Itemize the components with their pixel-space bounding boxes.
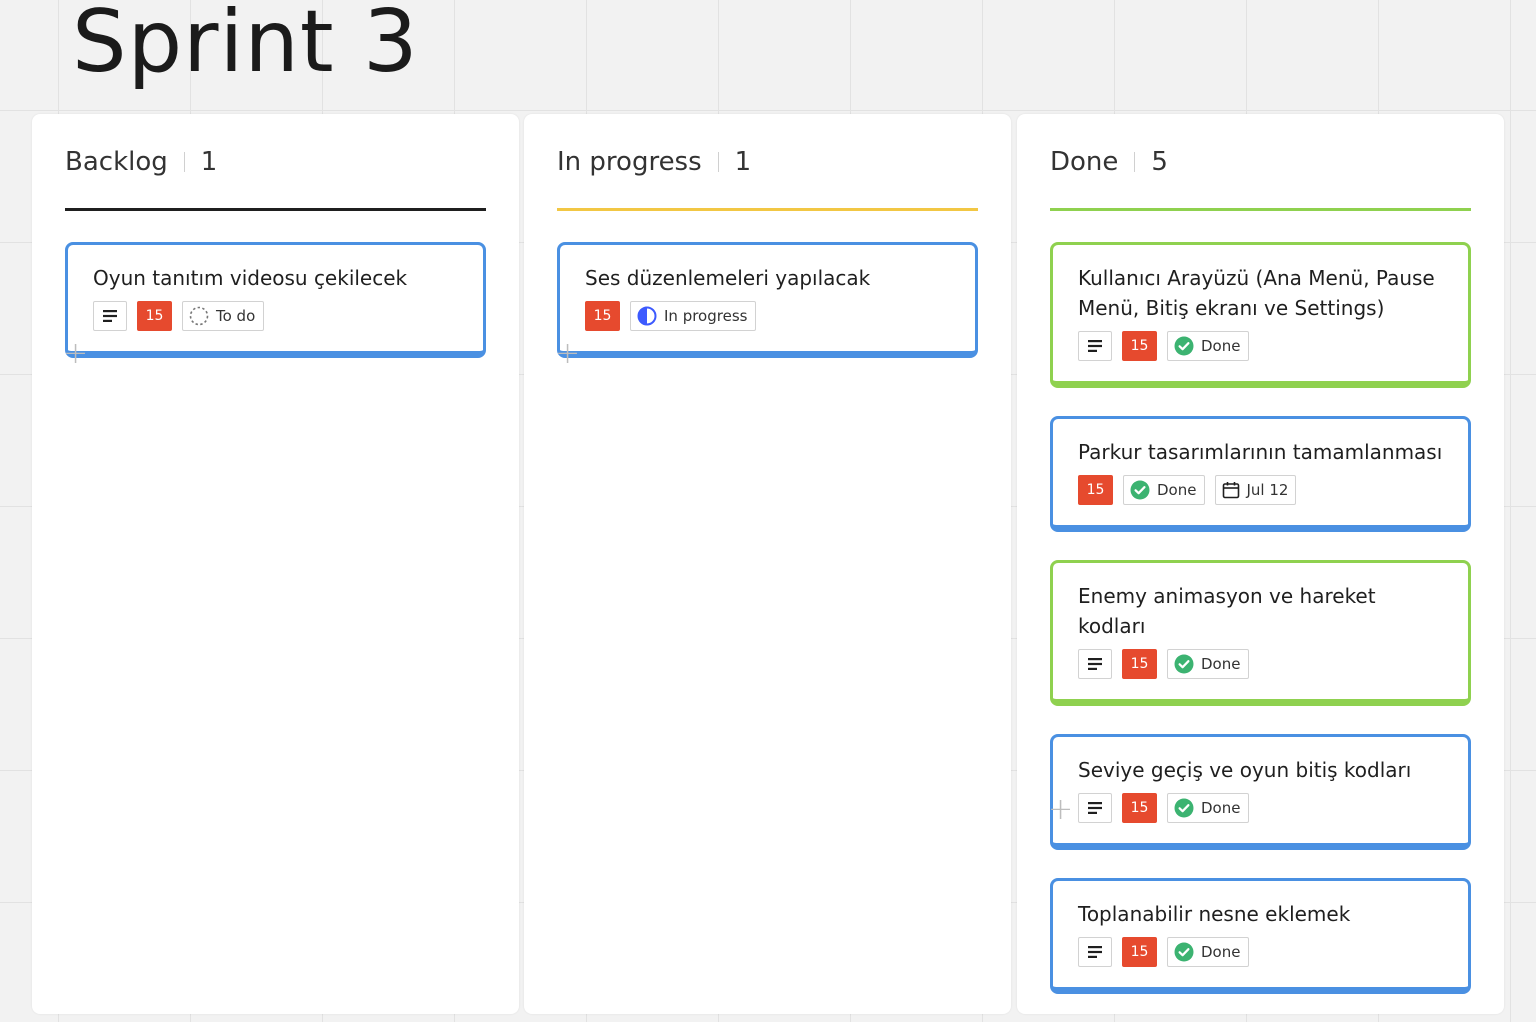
story-points-chip[interactable]: 15 [1122, 793, 1157, 823]
status-chip[interactable]: Done [1167, 649, 1250, 679]
header-divider [717, 152, 719, 172]
todo-icon [189, 306, 209, 326]
column-in-progress: In progress 1 Ses düzenlemeleri yapılacak 1… [524, 114, 1011, 1014]
column-color-line [1050, 208, 1471, 211]
card-title: Toplanabilir nesne eklemek [1078, 902, 1351, 926]
status-label: Done [1157, 481, 1197, 499]
column-count: 5 [1151, 147, 1168, 177]
card-title: Enemy animasyon ve hareket kodları [1078, 584, 1376, 638]
notes-icon [1087, 945, 1103, 959]
card-chips: 15 Done [1078, 937, 1443, 967]
column-backlog: Backlog 1 Oyun tanıtım videosu çekilecek 15… [32, 114, 519, 1014]
card-title: Parkur tasarımlarının tamamlanması [1078, 440, 1443, 464]
card-chips: 15 In progress [585, 301, 950, 331]
done-icon [1174, 942, 1194, 962]
task-card[interactable]: Kullanıcı Arayüzü (Ana Menü, Pause Menü,… [1050, 242, 1471, 388]
card-list: Oyun tanıtım videosu çekilecek 15 To do [65, 242, 486, 386]
card-chips: 15 To do [93, 301, 458, 331]
board-title: Sprint 3 [72, 0, 419, 92]
card-chips: 15 Done Jul 12 [1078, 475, 1443, 505]
card-title: Kullanıcı Arayüzü (Ana Menü, Pause Menü,… [1078, 266, 1435, 320]
story-points-chip[interactable]: 15 [585, 301, 620, 331]
column-header: In progress 1 [557, 144, 751, 180]
column-title[interactable]: Done [1050, 147, 1118, 177]
card-title: Oyun tanıtım videosu çekilecek [93, 266, 408, 290]
task-card[interactable]: Oyun tanıtım videosu çekilecek 15 To do [65, 242, 486, 358]
status-chip[interactable]: Done [1167, 793, 1250, 823]
story-points-chip[interactable]: 15 [1122, 649, 1157, 679]
status-label: Done [1201, 337, 1241, 355]
story-points-chip[interactable]: 15 [137, 301, 172, 331]
column-count: 1 [734, 147, 752, 177]
notes-icon [102, 309, 118, 323]
column-count: 1 [200, 147, 218, 177]
header-divider [183, 152, 185, 172]
column-header: Backlog 1 [65, 144, 217, 180]
story-points-chip[interactable]: 15 [1122, 331, 1157, 361]
card-title: Seviye geçiş ve oyun bitiş kodları [1078, 758, 1412, 782]
task-card[interactable]: Seviye geçiş ve oyun bitiş kodları 15 Done [1050, 734, 1471, 850]
notes-chip[interactable] [1078, 793, 1112, 823]
done-icon [1174, 336, 1194, 356]
task-card[interactable]: Ses düzenlemeleri yapılacak 15 In progress [557, 242, 978, 358]
card-list: Ses düzenlemeleri yapılacak 15 In progress [557, 242, 978, 386]
status-chip[interactable]: Done [1167, 331, 1250, 361]
notes-icon [1087, 801, 1103, 815]
status-label: In progress [664, 307, 748, 325]
column-header: Done 5 [1050, 144, 1168, 180]
notes-chip[interactable] [1078, 937, 1112, 967]
add-card-button[interactable]: + [555, 339, 580, 369]
column-color-line [557, 208, 978, 211]
status-label: Done [1201, 799, 1241, 817]
notes-icon [1087, 339, 1103, 353]
card-chips: 15 Done [1078, 793, 1443, 823]
status-chip[interactable]: Done [1167, 937, 1250, 967]
status-chip[interactable]: In progress [630, 301, 757, 331]
done-icon [1174, 798, 1194, 818]
column-color-line [65, 208, 486, 211]
add-card-button[interactable]: + [1048, 795, 1073, 825]
done-icon [1130, 480, 1150, 500]
status-chip[interactable]: Done [1123, 475, 1206, 505]
task-card[interactable]: Toplanabilir nesne eklemek 15 Done [1050, 878, 1471, 994]
notes-chip[interactable] [1078, 331, 1112, 361]
notes-chip[interactable] [93, 301, 127, 331]
task-card[interactable]: Parkur tasarımlarının tamamlanması 15 Done… [1050, 416, 1471, 532]
due-date-label: Jul 12 [1246, 481, 1289, 499]
calendar-icon [1222, 481, 1240, 499]
notes-icon [1087, 657, 1103, 671]
done-icon [1174, 654, 1194, 674]
card-chips: 15 Done [1078, 331, 1443, 361]
due-date-chip[interactable]: Jul 12 [1215, 475, 1297, 505]
notes-chip[interactable] [1078, 649, 1112, 679]
status-chip[interactable]: To do [182, 301, 265, 331]
card-chips: 15 Done [1078, 649, 1443, 679]
column-title[interactable]: Backlog [65, 147, 168, 177]
header-divider [1134, 152, 1136, 172]
in-progress-icon [637, 306, 657, 326]
story-points-chip[interactable]: 15 [1078, 475, 1113, 505]
column-done: Done 5 Kullanıcı Arayüzü (Ana Menü, Pause … [1017, 114, 1504, 1014]
story-points-chip[interactable]: 15 [1122, 937, 1157, 967]
status-label: Done [1201, 943, 1241, 961]
task-card[interactable]: Enemy animasyon ve hareket kodları 15 Done [1050, 560, 1471, 706]
card-title: Ses düzenlemeleri yapılacak [585, 266, 871, 290]
status-label: Done [1201, 655, 1241, 673]
add-card-button[interactable]: + [63, 339, 88, 369]
status-label: To do [216, 307, 256, 325]
column-title[interactable]: In progress [557, 147, 702, 177]
card-list: Kullanıcı Arayüzü (Ana Menü, Pause Menü,… [1050, 242, 1471, 1022]
